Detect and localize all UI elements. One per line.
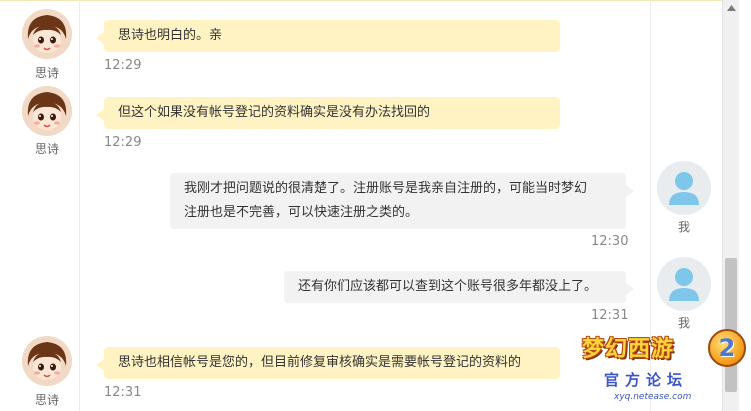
user-message-bubble: 还有你们应该都可以查到这个账号很多年都没上了。 [284, 271, 634, 303]
message-timestamp: 12:31 [104, 385, 142, 400]
logo-subtitle: 官方论坛 [604, 371, 689, 389]
user-message-bubble: 我刚才把问题说的很清楚了。注册账号是我亲自注册的，可能当时梦幻 注册也是不完善，… [170, 173, 634, 229]
agent-name: 思诗 [34, 66, 59, 80]
message-text: 还有你们应该都可以查到这个账号很多年都没上了。 [298, 279, 598, 294]
left-divider [79, 0, 80, 411]
agent-message-bubble: 思诗也明白的。亲 [96, 20, 560, 52]
message-text-line: 注册也是不完善，可以快速注册之类的。 [184, 205, 419, 220]
message-timestamp: 12:29 [104, 135, 142, 150]
agent-name: 思诗 [34, 393, 59, 407]
message-text: 但这个如果没有帐号登记的资料确实是没有办法找回的 [118, 105, 431, 120]
agent-avatar [22, 336, 72, 386]
agent-message-bubble: 但这个如果没有帐号登记的资料确实是没有办法找回的 [96, 97, 560, 129]
agent-avatar [22, 86, 72, 136]
user-avatar [657, 257, 711, 311]
agent-message-bubble: 思诗也相信帐号是您的，但目前修复审核确实是需要帐号登记的资料的 [96, 347, 560, 379]
user-avatar [657, 161, 711, 215]
logo-number-badge: 2 [708, 329, 746, 367]
logo-url: xyq.netease.com [614, 392, 692, 402]
message-text-line: 我刚才把问题说的很清楚了。注册账号是我亲自注册的，可能当时梦幻 [184, 181, 588, 196]
message-timestamp: 12:31 [591, 308, 629, 323]
message-timestamp: 12:29 [104, 58, 142, 73]
user-name: 我 [677, 220, 690, 234]
logo-title: 梦幻西游 [582, 337, 675, 362]
scroll-up-arrow-icon[interactable] [723, 0, 739, 16]
top-divider [0, 0, 722, 1]
agent-name: 思诗 [34, 142, 59, 156]
message-text: 思诗也相信帐号是您的，但目前修复审核确实是需要帐号登记的资料的 [118, 355, 522, 370]
game-forum-logo: 梦幻西游 2 官方论坛 xyq.netease.com [574, 325, 751, 411]
agent-avatar [22, 9, 72, 59]
message-text: 思诗也明白的。亲 [118, 28, 223, 43]
message-timestamp: 12:30 [591, 234, 629, 249]
